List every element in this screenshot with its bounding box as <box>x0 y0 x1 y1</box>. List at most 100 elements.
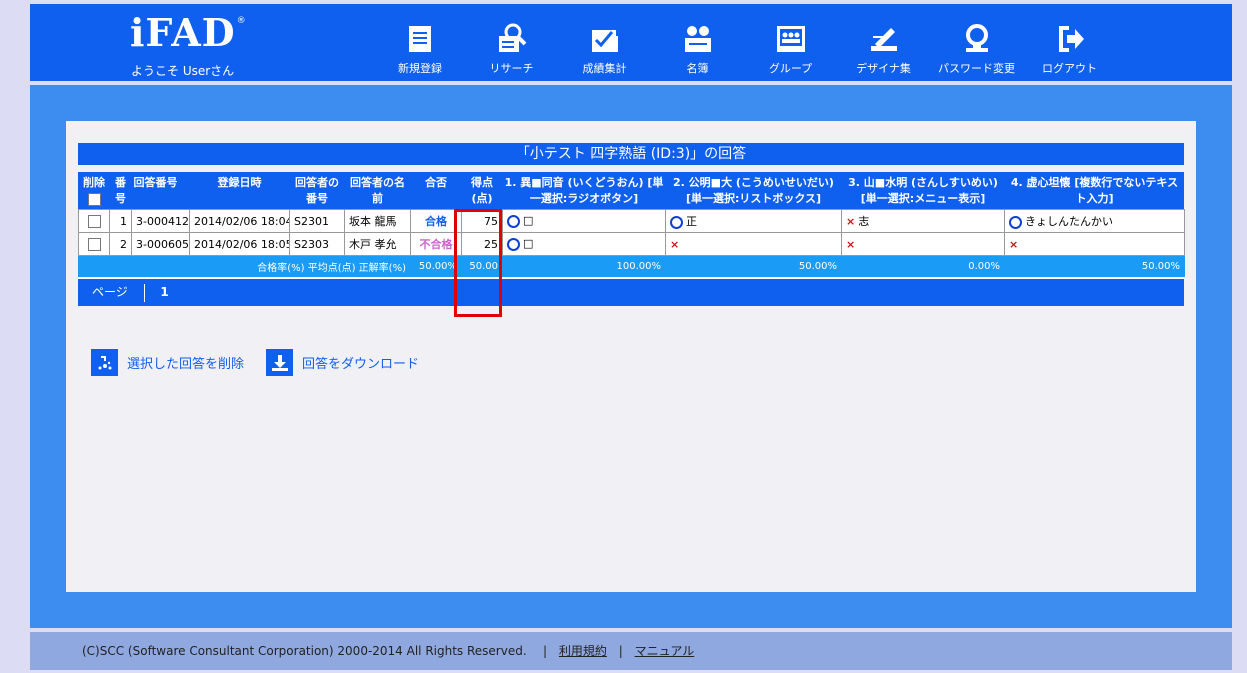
row-q4: きょしんたんかい <box>1004 209 1185 233</box>
answers-table: 削除 番号 回答番号 登録日時 回答者の番号 回答者の名前 合否 得点(点) 1… <box>78 172 1185 277</box>
col-respondent-name: 回答者の名前 <box>350 176 405 205</box>
nav-label: リサーチ <box>489 62 534 75</box>
document-icon <box>409 26 431 52</box>
roster-icon <box>684 26 711 52</box>
select-all-checkbox[interactable] <box>87 192 101 206</box>
nav-label: デザイナ集 <box>856 62 911 75</box>
pager-label: ページ <box>92 285 128 299</box>
stats-row: 合格率(%) 平均点(点) 正解率(%) 50.00% 50.00 100.00… <box>78 255 1185 277</box>
stats-q4-rate: 50.00% <box>1004 255 1185 277</box>
pager-page-1[interactable]: 1 <box>160 285 168 299</box>
nav-roster[interactable]: 名簿 <box>651 22 744 76</box>
row-q1: □ <box>502 209 666 233</box>
col-no: 番号 <box>115 176 126 205</box>
download-button[interactable]: 回答をダウンロード <box>266 349 419 376</box>
stats-pass-rate: 50.00% <box>410 255 462 277</box>
content-band: 「小テスト 四字熟語 (ID:3)」の回答 削除 番号 回答番号 登録日時 回答… <box>30 85 1232 628</box>
stats-label: 合格率(%) 平均点(点) 正解率(%) <box>78 255 411 277</box>
col-answer-no: 回答番号 <box>133 176 178 189</box>
password-icon <box>965 24 988 52</box>
row-q3: × <box>841 232 1005 256</box>
footer-links: | 利用規約 | マニュアル <box>535 632 694 670</box>
logo-text: iFAD <box>130 10 236 55</box>
stats-q1-rate: 100.00% <box>502 255 666 277</box>
terms-link[interactable]: 利用規約 <box>559 644 607 658</box>
nav-password-change[interactable]: パスワード変更 <box>930 22 1023 76</box>
score-summary-icon <box>591 30 618 52</box>
table-row: 1 3-000412 2014/02/06 18:04 S2301 坂本 龍馬 … <box>78 209 1185 233</box>
nav-research[interactable]: リサーチ <box>465 22 558 76</box>
row-no: 2 <box>109 232 132 256</box>
row-q4-answer: きょしんたんかい <box>1025 215 1113 228</box>
row-q3: × 志 <box>841 209 1005 233</box>
stats-q3-rate: 0.00% <box>841 255 1005 277</box>
row-respondent-name: 坂本 龍馬 <box>344 209 411 233</box>
row-respondent-no: S2301 <box>289 209 345 233</box>
content-panel: 「小テスト 四字熟語 (ID:3)」の回答 削除 番号 回答番号 登録日時 回答… <box>66 121 1196 592</box>
correct-mark-icon <box>507 237 520 251</box>
col-q2: 2. 公明■大 (こうめいせいだい) [単一選択:リストボックス] <box>673 176 834 205</box>
table-header-row: 削除 番号 回答番号 登録日時 回答者の番号 回答者の名前 合否 得点(点) 1… <box>79 172 1185 210</box>
row-q2: × <box>665 232 842 256</box>
nav-designer[interactable]: デザイナ集 <box>837 22 930 76</box>
wrong-mark-icon: × <box>670 237 680 251</box>
nav-label: 新規登録 <box>398 62 442 75</box>
nav-group[interactable]: グループ <box>744 22 837 76</box>
stats-average: 50.00 <box>461 255 503 277</box>
nav-new-registration[interactable]: 新規登録 <box>375 22 465 76</box>
row-checkbox-cell <box>78 232 110 256</box>
col-date: 登録日時 <box>217 176 262 189</box>
row-answer-no: 3-000412 <box>131 209 190 233</box>
nav-label: 名簿 <box>686 62 709 75</box>
col-delete-label: 削除 <box>83 176 105 189</box>
action-bar: 選択した回答を削除 回答をダウンロード <box>91 349 441 376</box>
nav-logout[interactable]: ログアウト <box>1023 22 1116 76</box>
correct-mark-icon <box>507 214 520 228</box>
wrong-mark-icon: × <box>846 215 856 228</box>
row-no: 1 <box>109 209 132 233</box>
row-q2-answer: 正 <box>686 215 697 228</box>
col-q1: 1. 異■同音 (いくどうおん) [単一選択:ラジオボタン] <box>504 176 664 205</box>
row-checkbox[interactable] <box>87 237 101 251</box>
ifad-logo[interactable]: iFAD® <box>130 14 246 52</box>
logout-icon <box>1058 26 1084 52</box>
col-q4: 4. 虚心坦懐 [複数行でないテキスト入力] <box>1010 176 1179 205</box>
nav-label: 成績集計 <box>582 62 627 75</box>
row-date: 2014/02/06 18:04 <box>189 209 290 233</box>
row-q1-answer: □ <box>523 237 534 251</box>
nav-label: グループ <box>768 62 813 75</box>
pager-divider <box>143 283 145 302</box>
row-q4: × <box>1004 232 1185 256</box>
row-q2: 正 <box>665 209 842 233</box>
logo-registered-mark: ® <box>236 16 246 26</box>
row-date: 2014/02/06 18:05 <box>189 232 290 256</box>
page-title: 「小テスト 四字熟語 (ID:3)」の回答 <box>78 143 1184 165</box>
answers-table-wrap: 削除 番号 回答番号 登録日時 回答者の番号 回答者の名前 合否 得点(点) 1… <box>78 172 1185 306</box>
footer: (C)SCC (Software Consultant Corporation)… <box>30 632 1232 670</box>
nav-score-summary[interactable]: 成績集計 <box>558 22 651 76</box>
copyright: (C)SCC (Software Consultant Corporation)… <box>82 644 527 658</box>
welcome-message: ようこそ Userさん <box>131 64 235 78</box>
download-icon <box>266 349 294 376</box>
col-delete: 削除 <box>79 172 110 210</box>
row-respondent-no: S2303 <box>289 232 345 256</box>
main-nav: 新規登録 リサーチ 成績集計 名簿 グループ デザイナ集 パスワード変更 ログア… <box>375 22 1116 76</box>
row-checkbox[interactable] <box>87 214 101 228</box>
row-q1: □ <box>502 232 666 256</box>
delete-selected-button[interactable]: 選択した回答を削除 <box>91 349 244 376</box>
pager: ページ 1 <box>78 277 1184 306</box>
footer-separator: | <box>543 644 548 658</box>
wrong-mark-icon: × <box>846 237 856 251</box>
stats-q2-rate: 50.00% <box>665 255 842 277</box>
row-pass-status: 不合格 <box>410 232 462 256</box>
col-q3: 3. 山■水明 (さんしすいめい) [単一選択:メニュー表示] <box>848 176 998 205</box>
nav-label: パスワード変更 <box>938 62 1015 75</box>
correct-mark-icon <box>1009 215 1022 229</box>
table-row: 2 3-000605 2014/02/06 18:05 S2303 木戸 孝允 … <box>78 232 1185 256</box>
row-answer-no: 3-000605 <box>131 232 190 256</box>
download-label: 回答をダウンロード <box>302 357 420 372</box>
row-pass-status: 合格 <box>410 209 462 233</box>
manual-link[interactable]: マニュアル <box>635 644 695 658</box>
row-score: 25 <box>461 232 503 256</box>
row-checkbox-cell <box>78 209 110 233</box>
